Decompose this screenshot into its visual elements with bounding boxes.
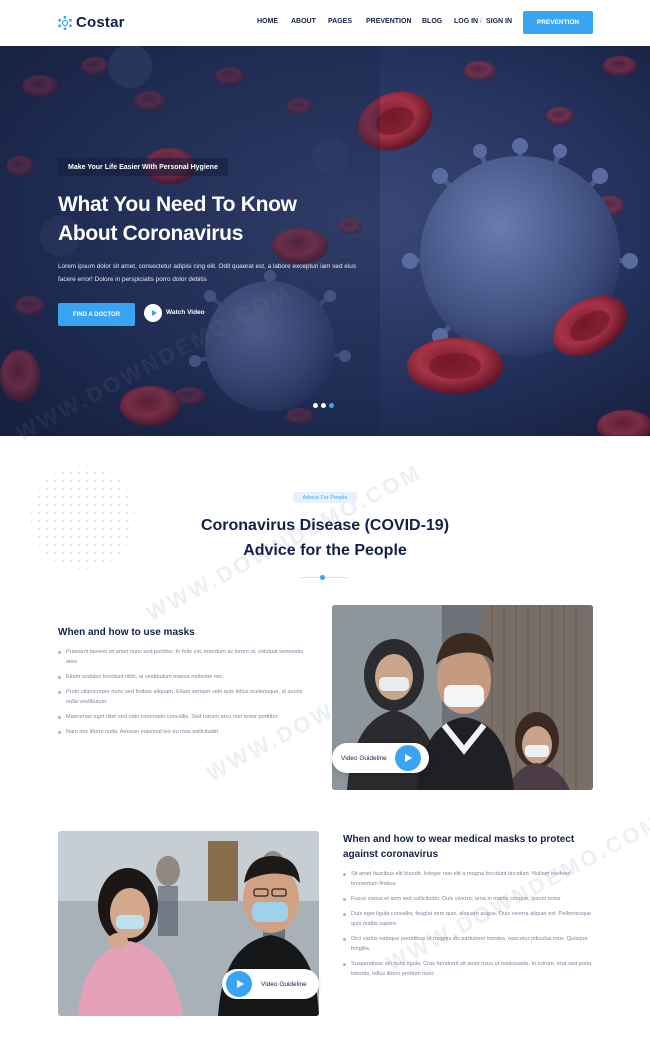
- masks-usage-title: When and how to use masks: [58, 627, 195, 638]
- prevention-cta-button[interactable]: PREVENTION: [523, 11, 593, 34]
- list-item: Sit amet faucibus elit blandit. Integer …: [343, 869, 593, 889]
- brand-name: Costar: [76, 14, 125, 31]
- hero-description: Lorem ipsum dolor sit amet, consectetur …: [58, 263, 357, 283]
- watch-video-play-button[interactable]: [144, 304, 162, 322]
- medical-masks-title-line-1: When and how to wear medical masks to pr…: [343, 834, 575, 845]
- hero-title-line-2: About Coronavirus: [58, 222, 244, 245]
- slider-dot-2[interactable]: [321, 403, 326, 408]
- video-play-button[interactable]: [226, 971, 252, 997]
- signin-link[interactable]: SIGN IN: [486, 18, 512, 25]
- medical-masks-title-line-2: against coronavirus: [343, 849, 439, 860]
- list-item: Etiam sodales tincidunt nibh, at vestibu…: [58, 672, 308, 682]
- molecule-logo-icon: [58, 15, 72, 30]
- hero-banner: Make Your Life Easier With Personal Hygi…: [0, 46, 650, 436]
- play-icon: [405, 754, 413, 762]
- list-item: Fusce varius et sem sed sollicitudin. Du…: [343, 894, 593, 904]
- play-icon: [236, 980, 244, 988]
- site-header: Costar HOME ABOUT PAGES PREVENTION BLOG …: [0, 0, 650, 46]
- advice-title-line-1: Coronavirus Disease (COVID-19): [200, 517, 450, 534]
- nav-pages[interactable]: PAGES: [328, 18, 352, 25]
- nav-about[interactable]: ABOUT: [291, 18, 316, 25]
- slider-pagination: [313, 403, 334, 408]
- play-icon: [151, 310, 157, 316]
- hero-title: What You Need To Know About Coronavirus: [58, 190, 358, 248]
- nav-home[interactable]: HOME: [257, 18, 278, 25]
- slider-dot-3-active[interactable]: [329, 403, 334, 408]
- nav-blog[interactable]: BLOG: [422, 18, 442, 25]
- hero-tagline: Make Your Life Easier With Personal Hygi…: [58, 158, 228, 176]
- list-item: Proin ullamcorper nunc sed finibus aliqu…: [58, 687, 308, 707]
- video-guideline-button-2[interactable]: Video Guideline: [222, 969, 319, 999]
- list-item: Duis eget ligula convallis, feugiat sem …: [343, 909, 593, 929]
- watch-video-link[interactable]: Watch Video: [166, 309, 205, 316]
- list-item: Suspendisse vel nunc ligula. Cras hendre…: [343, 959, 593, 979]
- list-item: Orci varius natoque penatibus et magnis …: [343, 934, 593, 954]
- advice-section-title: Coronavirus Disease (COVID-19) Advice fo…: [0, 513, 650, 563]
- list-item: Praesent laoreet sit amet nunc sed portt…: [58, 647, 308, 667]
- find-doctor-button[interactable]: FIND A DOCTOR: [58, 303, 135, 326]
- advice-badge: Advice For People: [293, 492, 357, 503]
- list-item: Maecenas eget nibh sed odio commodo conv…: [58, 712, 308, 722]
- hero-title-line-1: What You Need To Know: [58, 193, 297, 216]
- section-divider-dot: [320, 575, 325, 580]
- login-link[interactable]: LOG IN: [454, 18, 478, 25]
- video-guideline-label: Video Guideline: [261, 980, 307, 988]
- logo[interactable]: Costar: [57, 14, 125, 31]
- video-guideline-label: Video Guideline: [341, 754, 387, 762]
- medical-masks-list: Sit amet faucibus elit blandit. Integer …: [343, 869, 593, 984]
- video-play-button[interactable]: [394, 745, 421, 771]
- masks-usage-list: Praesent laoreet sit amet nunc sed portt…: [58, 647, 308, 742]
- video-guideline-button-1[interactable]: Video Guideline: [332, 743, 429, 773]
- advice-title-line-2: Advice for the People: [243, 542, 407, 559]
- list-item: Nam nec libero nulla. Aenean euismod leo…: [58, 727, 308, 737]
- nav-prevention[interactable]: PREVENTION: [366, 18, 412, 25]
- medical-masks-title: When and how to wear medical masks to pr…: [343, 832, 603, 862]
- slider-dot-1[interactable]: [313, 403, 318, 408]
- auth-separator: /: [480, 18, 482, 25]
